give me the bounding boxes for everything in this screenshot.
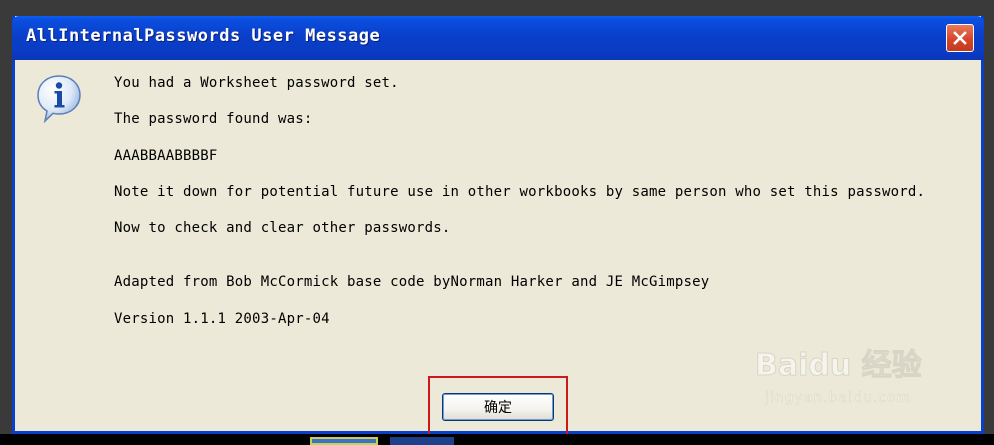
dialog-title: AllInternalPasswords User Message bbox=[26, 26, 381, 46]
close-button[interactable] bbox=[946, 24, 974, 52]
desktop-screen: AllInternalPasswords User Message You ha… bbox=[0, 0, 994, 445]
message-line-2: The password found was: bbox=[114, 111, 313, 127]
baidu-watermark: Baidu 经验 jingyan.baidu.com bbox=[755, 340, 970, 420]
credits-line: Adapted from Bob McCormick base code byN… bbox=[114, 274, 710, 290]
watermark-url: jingyan.baidu.com bbox=[765, 390, 912, 407]
info-icon bbox=[37, 75, 81, 124]
message-line-5: Now to check and clear other passwords. bbox=[114, 220, 451, 236]
ok-button[interactable]: 确定 bbox=[442, 393, 554, 421]
message-line-1: You had a Worksheet password set. bbox=[114, 75, 399, 91]
watermark-logo: Baidu 经验 bbox=[755, 348, 923, 384]
taskbar-item-1[interactable] bbox=[310, 437, 378, 445]
close-icon bbox=[953, 31, 967, 45]
password-value: AAABBAABBBBF bbox=[114, 148, 218, 164]
taskbar-item-2[interactable] bbox=[390, 437, 454, 445]
dialog-titlebar[interactable]: AllInternalPasswords User Message bbox=[12, 16, 984, 60]
message-line-4: Note it down for potential future use in… bbox=[114, 184, 926, 200]
taskbar bbox=[0, 434, 994, 445]
version-line: Version 1.1.1 2003-Apr-04 bbox=[114, 311, 330, 327]
